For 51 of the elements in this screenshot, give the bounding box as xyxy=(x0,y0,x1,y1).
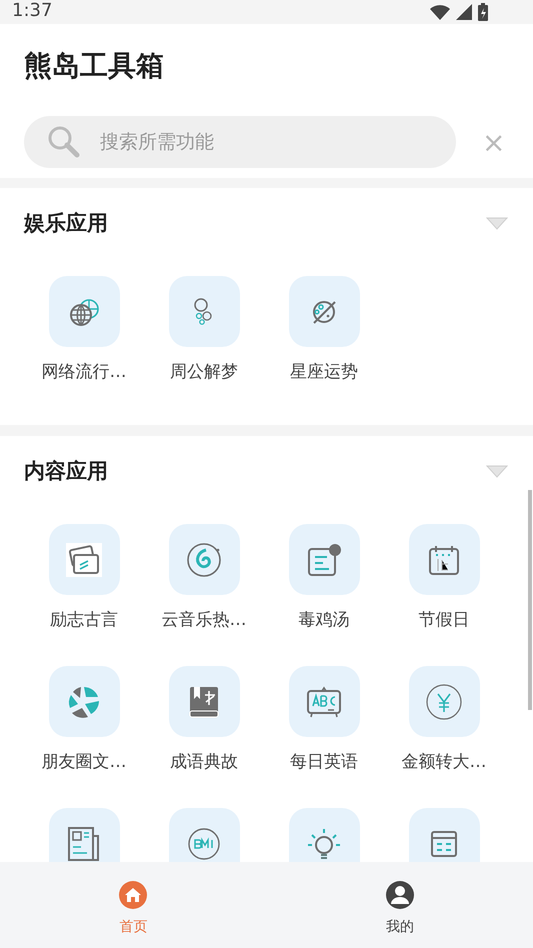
tile-label: 星座运势 xyxy=(290,361,358,383)
newspaper-icon xyxy=(67,826,101,862)
app-tile[interactable] xyxy=(48,276,120,347)
tile-label: 毒鸡汤 xyxy=(298,609,350,631)
nav-tab[interactable]: 我的 xyxy=(266,862,533,948)
clear-button[interactable]: × xyxy=(478,126,510,158)
bmi-circle-icon xyxy=(188,828,220,860)
app-tile[interactable] xyxy=(48,808,120,862)
yuan-coin-icon xyxy=(426,684,462,720)
calendar-icon xyxy=(428,544,460,576)
lightbulb-icon xyxy=(306,826,342,860)
app-tile[interactable] xyxy=(288,808,360,862)
chalkboard-icon xyxy=(306,684,342,718)
section-title: 娱乐应用 xyxy=(24,210,108,237)
tile-label: 朋友圈文… xyxy=(42,751,126,773)
notepad-icon xyxy=(307,542,341,576)
app-tile[interactable] xyxy=(168,808,240,862)
app-tile[interactable] xyxy=(168,666,240,737)
tile-label: 节假日 xyxy=(418,609,470,631)
nav-tab[interactable]: 首页 xyxy=(0,862,266,948)
tile-label: 网络流行… xyxy=(42,361,126,383)
search-field[interactable]: 搜索所需功能 xyxy=(24,116,456,168)
cards-icon xyxy=(66,542,102,576)
tile-label: 成语典故 xyxy=(170,751,238,773)
clock: 1:37 xyxy=(12,0,52,20)
tile-label: 金额转大… xyxy=(402,751,486,773)
app-tile[interactable] xyxy=(288,524,360,595)
app-tile[interactable] xyxy=(168,524,240,595)
app-tile[interactable] xyxy=(168,276,240,347)
app-title: 熊岛工具箱 xyxy=(24,48,165,84)
search-icon xyxy=(46,124,82,160)
app-tile[interactable] xyxy=(408,666,480,737)
app-tile[interactable] xyxy=(288,276,360,347)
app-tile[interactable] xyxy=(288,666,360,737)
section-title: 内容应用 xyxy=(24,458,108,485)
music-disc-icon xyxy=(186,542,222,578)
person-icon xyxy=(384,880,415,910)
tile-label: 周公解梦 xyxy=(170,361,238,383)
wifi-icon xyxy=(429,3,451,21)
app-tile[interactable] xyxy=(48,666,120,737)
tile-label: 每日英语 xyxy=(290,751,358,773)
signal-icon xyxy=(455,3,473,21)
tile-label: 励志古言 xyxy=(50,609,118,631)
collapse-caret-icon xyxy=(485,215,509,231)
app-tile[interactable] xyxy=(48,524,120,595)
tile-label: 云音乐热… xyxy=(162,609,246,631)
app-tile[interactable] xyxy=(408,808,480,862)
app-tile[interactable] xyxy=(408,524,480,595)
book-icon xyxy=(188,684,220,718)
home-icon xyxy=(118,880,148,910)
collapse-caret-icon xyxy=(485,463,509,479)
